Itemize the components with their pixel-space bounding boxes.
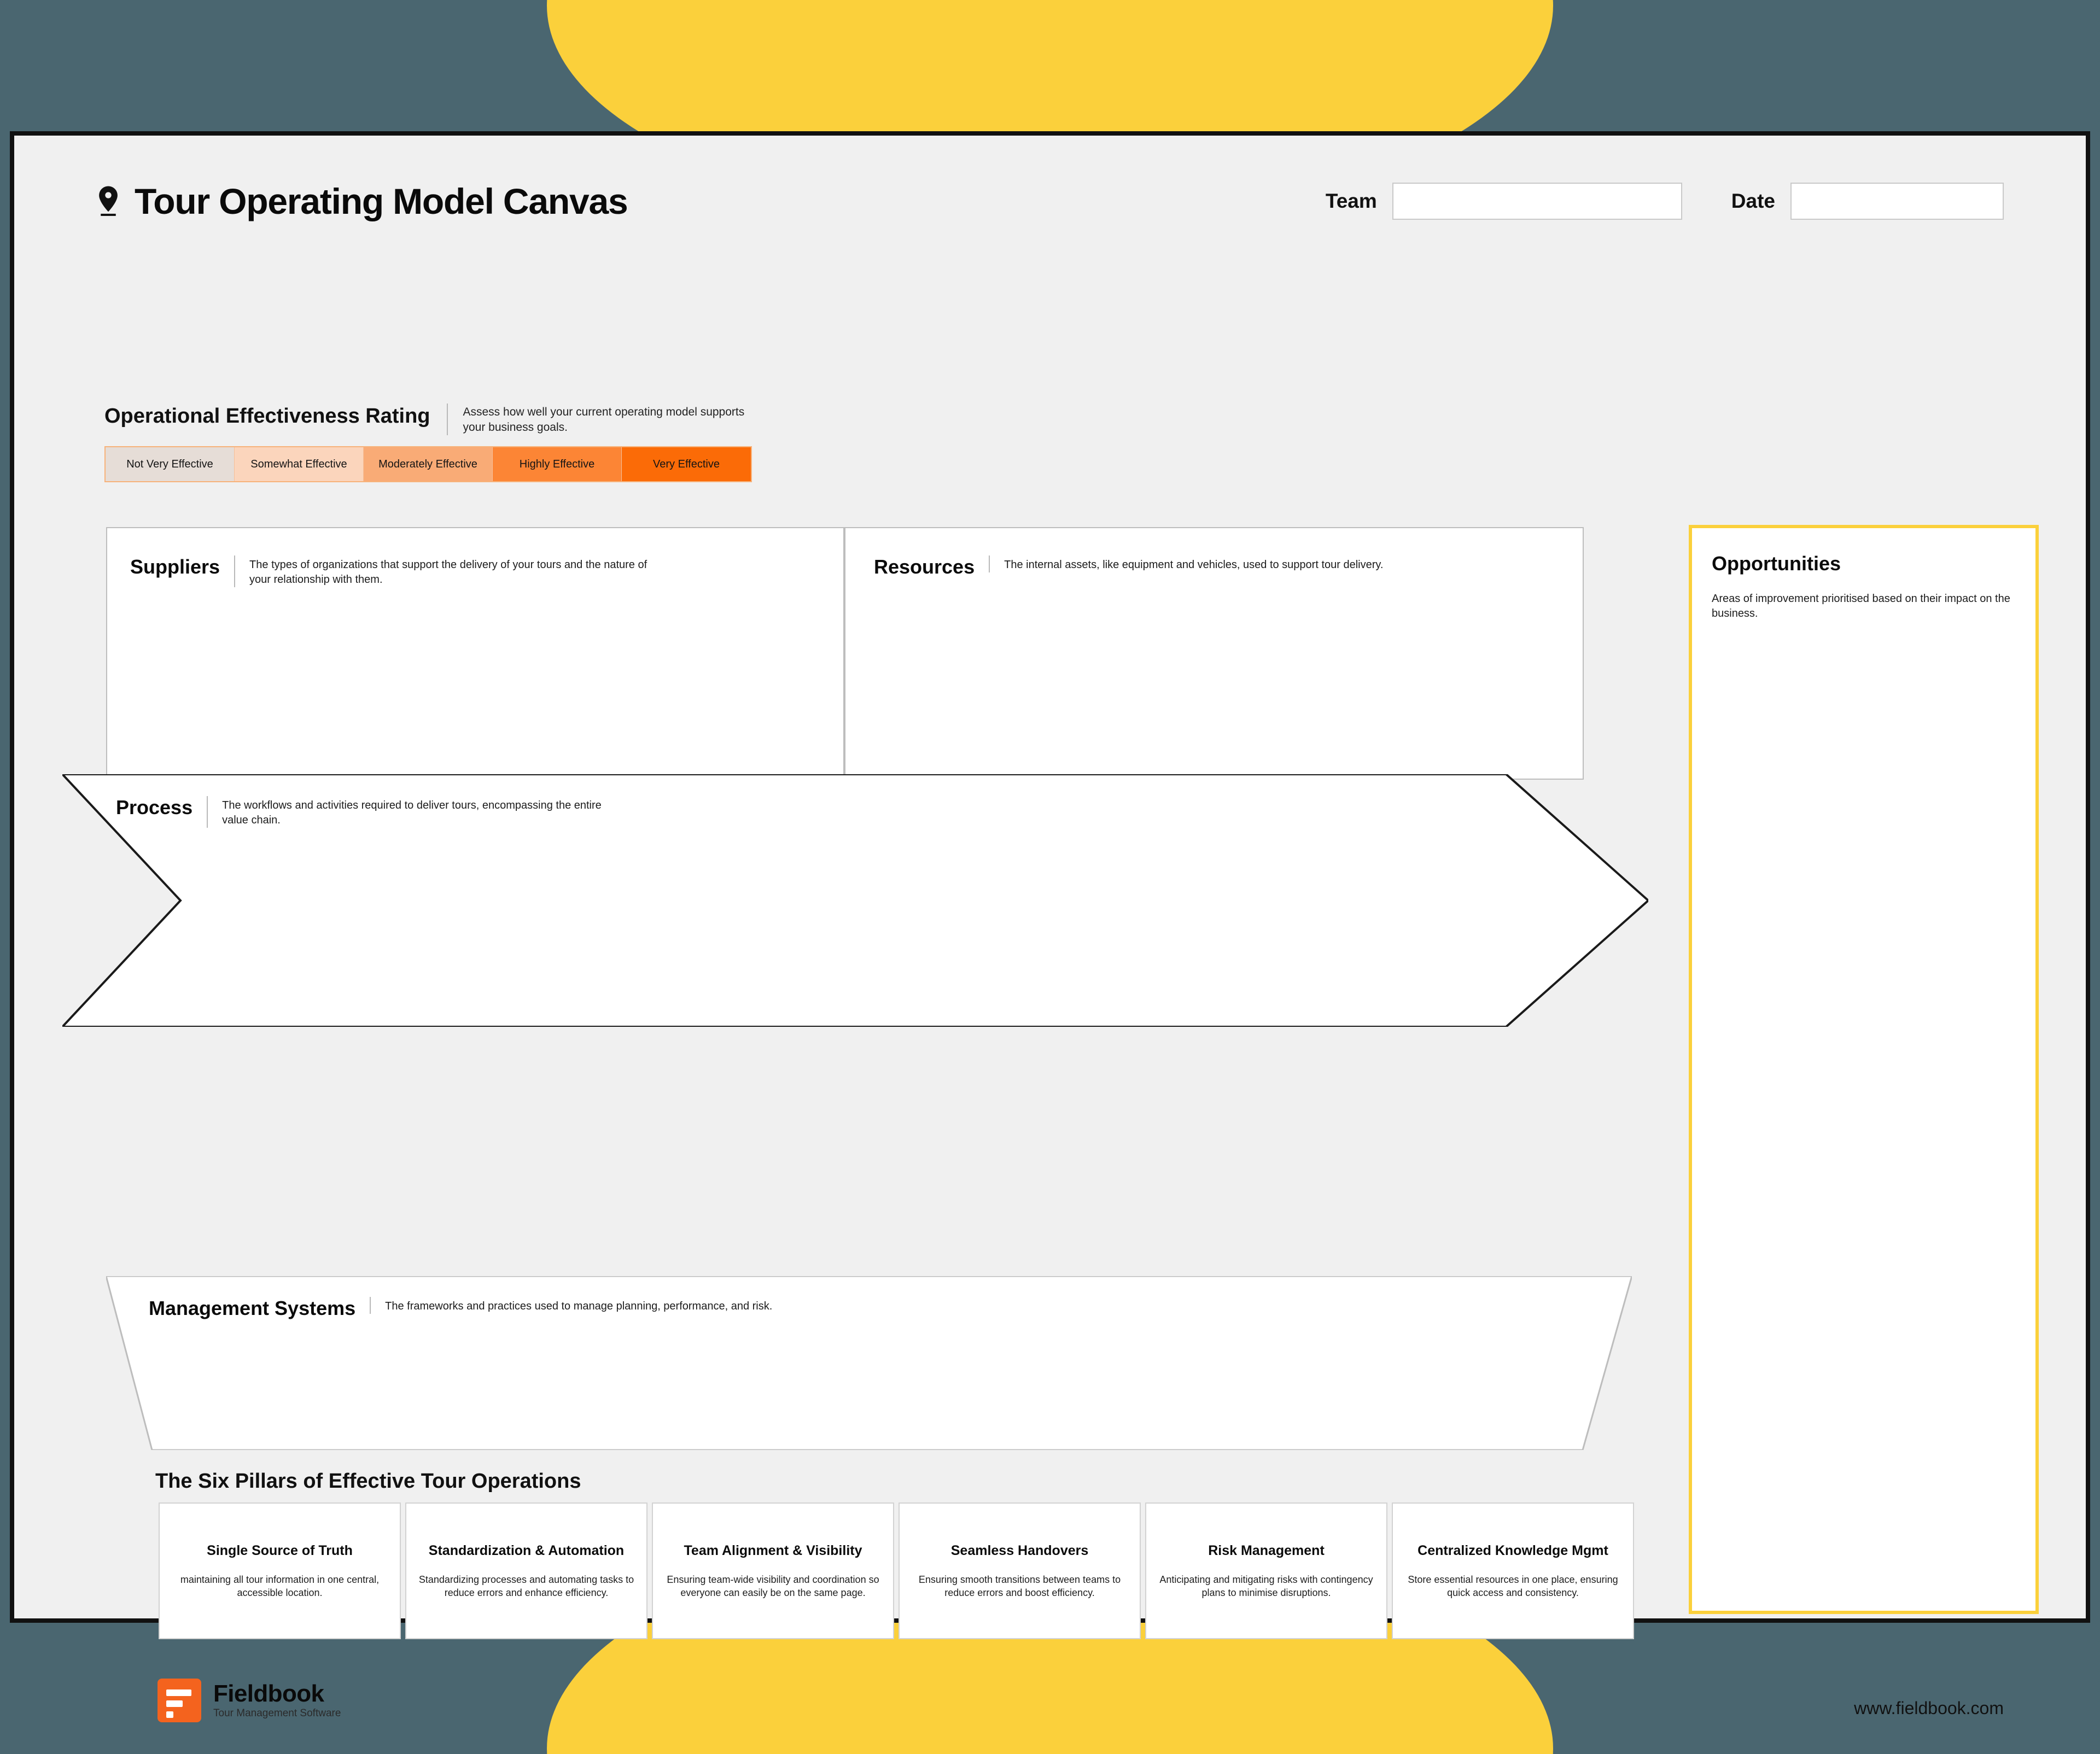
date-field-group: Date	[1731, 183, 2004, 220]
opportunities-title: Opportunities	[1712, 552, 1841, 575]
date-label: Date	[1731, 190, 1775, 212]
pillar-card[interactable]: Single Source of Truth maintaining all to…	[159, 1502, 401, 1639]
management-systems-description: The frameworks and practices used to man…	[370, 1297, 772, 1314]
pillar-title: Team Alignment & Visibility	[684, 1543, 862, 1558]
opportunities-description: Areas of improvement prioritised based o…	[1712, 593, 2010, 619]
pillar-description: maintaining all tour information in one …	[180, 1574, 380, 1598]
rating-option-label: Highly Effective	[519, 458, 595, 470]
rating-option-label: Moderately Effective	[378, 458, 477, 470]
team-input[interactable]	[1392, 183, 1682, 220]
rating-option-0[interactable]: Not Very Effective	[106, 447, 235, 481]
rating-option-2[interactable]: Moderately Effective	[364, 447, 493, 481]
location-pin-icon	[96, 186, 120, 217]
pillar-title: Risk Management	[1208, 1543, 1325, 1558]
pillar-card[interactable]: Seamless Handovers Ensuring smooth transi…	[899, 1502, 1141, 1639]
canvas-header: Tour Operating Model Canvas Team Date	[96, 166, 2004, 237]
pillar-card[interactable]: Risk Management Anticipating and mitigati…	[1145, 1502, 1387, 1639]
resources-block[interactable]: Resources The internal assets, like equi…	[844, 527, 1584, 780]
pillars-row: Single Source of Truth maintaining all to…	[159, 1502, 1634, 1639]
rating-scale[interactable]: Not Very Effective Somewhat Effective Mode…	[104, 446, 752, 482]
page-title: Tour Operating Model Canvas	[135, 181, 628, 221]
canvas-sheet: Tour Operating Model Canvas Team Date Op…	[10, 131, 2090, 1722]
resources-title: Resources	[874, 556, 975, 578]
website-url[interactable]: www.fieldbook.com	[1854, 1698, 2004, 1718]
pillar-description: Ensuring smooth transitions between team…	[918, 1574, 1121, 1598]
title-group: Tour Operating Model Canvas	[96, 180, 628, 222]
process-description: The workflows and activities required to…	[207, 796, 622, 828]
management-systems-block[interactable]: Management Systems The frameworks and pr…	[106, 1276, 1632, 1450]
logo-tagline: Tour Management Software	[213, 1708, 341, 1719]
pillar-card[interactable]: Team Alignment & Visibility Ensuring team…	[652, 1502, 894, 1639]
logo-bar-3	[166, 1711, 173, 1718]
process-block[interactable]: Process The workflows and activities req…	[62, 774, 1648, 1027]
resources-description: The internal assets, like equipment and …	[989, 556, 1383, 572]
fieldbook-logo[interactable]: Fieldbook Tour Management Software	[158, 1679, 341, 1722]
pillar-description: Store essential resources in one place, …	[1408, 1574, 1618, 1598]
management-systems-title: Management Systems	[149, 1297, 356, 1319]
pillar-title: Seamless Handovers	[950, 1543, 1089, 1558]
logo-name: Fieldbook	[213, 1680, 324, 1707]
logo-bar-1	[166, 1689, 191, 1696]
rating-option-1[interactable]: Somewhat Effective	[235, 447, 364, 481]
pillar-title: Centralized Knowledge Mgmt	[1418, 1543, 1608, 1558]
suppliers-block[interactable]: Suppliers The types of organizations tha…	[106, 527, 844, 780]
pillar-title: Single Source of Truth	[207, 1543, 353, 1558]
pillars-section-title: The Six Pillars of Effective Tour Operat…	[155, 1470, 581, 1493]
rating-option-label: Very Effective	[653, 458, 720, 470]
team-field-group: Team	[1326, 183, 1682, 220]
pillar-title: Standardization & Automation	[428, 1543, 625, 1558]
rating-option-4[interactable]: Very Effective	[622, 447, 751, 481]
logo-bar-2	[166, 1700, 183, 1707]
pillar-card[interactable]: Centralized Knowledge Mgmt Store essentia…	[1392, 1502, 1634, 1639]
suppliers-description: The types of organizations that support …	[234, 556, 650, 587]
rating-option-label: Not Very Effective	[126, 458, 213, 470]
pillar-description: Anticipating and mitigating risks with c…	[1159, 1574, 1373, 1598]
rating-heading-group: Operational Effectiveness Rating Assess …	[104, 404, 753, 435]
rating-subtitle: Assess how well your current operating m…	[446, 404, 753, 435]
fieldbook-logo-icon	[158, 1679, 201, 1722]
rating-option-label: Somewhat Effective	[250, 458, 347, 470]
suppliers-title: Suppliers	[130, 556, 220, 578]
rating-option-3[interactable]: Highly Effective	[493, 447, 622, 481]
rating-title: Operational Effectiveness Rating	[104, 405, 430, 428]
pillar-card[interactable]: Standardization & Automation Standardizin…	[405, 1502, 648, 1639]
pillar-description: Standardizing processes and automating t…	[418, 1574, 634, 1598]
date-input[interactable]	[1790, 183, 2004, 220]
opportunities-block[interactable]: Opportunities Areas of improvement prior…	[1689, 525, 2039, 1614]
team-label: Team	[1325, 190, 1377, 212]
process-title: Process	[116, 796, 193, 818]
header-meta: Team Date	[1326, 183, 2004, 220]
pillar-description: Ensuring team-wide visibility and coordi…	[667, 1574, 879, 1598]
